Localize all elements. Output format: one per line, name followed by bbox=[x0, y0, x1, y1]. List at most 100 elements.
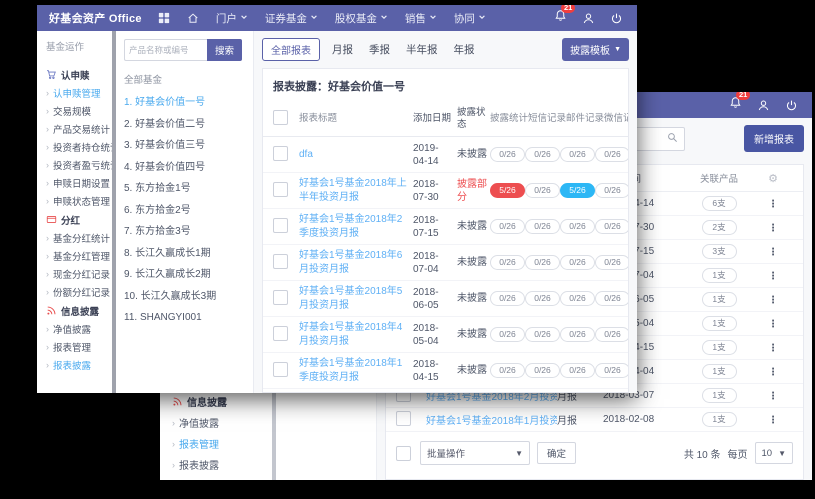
tab-active[interactable]: 全部报表 bbox=[262, 38, 320, 61]
fund-list-item[interactable]: 11. SHANGYI001 bbox=[124, 307, 246, 329]
report-title-link[interactable]: 好基会1号基金2018年1季度投资月报 bbox=[299, 357, 413, 384]
report-title-link[interactable]: 好基会1号基金2018年上半年投资月报 bbox=[299, 177, 413, 204]
sidebar-item[interactable]: ›产品交易统计 bbox=[46, 120, 112, 138]
fund-list-item[interactable]: 8. 长江久赢成长1期 bbox=[124, 243, 246, 265]
report-title-link[interactable]: 好基会1号基金2018年1月投资月报 bbox=[426, 412, 557, 427]
sidebar-item[interactable]: ›申赎日期设置 bbox=[46, 174, 112, 192]
row-actions-menu-icon[interactable]: ⋮ bbox=[768, 247, 778, 258]
stat-pill[interactable]: 0/26 bbox=[560, 219, 595, 235]
related-products-pill[interactable]: 2支 bbox=[702, 220, 737, 236]
row-checkbox[interactable] bbox=[273, 362, 288, 377]
fund-list-item[interactable]: 10. 长江久赢成长3期 bbox=[124, 286, 246, 308]
fund-list-item[interactable]: 4. 好基会价值四号 bbox=[124, 157, 246, 179]
tab-item[interactable]: 季报 bbox=[369, 42, 390, 57]
stat-pill[interactable]: 0/26 bbox=[595, 183, 629, 199]
related-products-pill[interactable]: 1支 bbox=[702, 412, 737, 428]
notifications-button[interactable]: 21 bbox=[729, 96, 742, 114]
report-title-link[interactable]: dfa bbox=[299, 148, 413, 162]
related-products-pill[interactable]: 1支 bbox=[702, 316, 737, 332]
stat-pill[interactable]: 0/26 bbox=[490, 255, 525, 271]
apps-grid-icon[interactable] bbox=[158, 12, 170, 24]
table-settings-gear-icon[interactable]: ⚙ bbox=[753, 172, 793, 185]
stat-pill[interactable]: 0/26 bbox=[490, 147, 525, 163]
topbar-menu[interactable]: 协同 bbox=[454, 11, 486, 26]
stat-pill[interactable]: 0/26 bbox=[525, 291, 560, 307]
stat-pill[interactable]: 0/26 bbox=[490, 363, 525, 379]
stat-pill[interactable]: 0/26 bbox=[525, 255, 560, 271]
stat-pill[interactable]: 0/26 bbox=[560, 327, 595, 343]
tab-item[interactable]: 半年报 bbox=[406, 42, 438, 57]
row-checkbox[interactable] bbox=[273, 146, 288, 161]
sidebar-item[interactable]: ›报表披露 bbox=[172, 454, 272, 475]
topbar-menu[interactable]: 销售 bbox=[405, 11, 437, 26]
fund-list-item[interactable]: 1. 好基会价值一号 bbox=[124, 92, 246, 114]
related-products-pill[interactable]: 1支 bbox=[702, 340, 737, 356]
stat-pill[interactable]: 0/26 bbox=[560, 147, 595, 163]
stat-pill[interactable]: 0/26 bbox=[595, 327, 629, 343]
stat-pill[interactable]: 0/26 bbox=[525, 363, 560, 379]
row-actions-menu-icon[interactable]: ⋮ bbox=[768, 343, 778, 354]
row-checkbox[interactable] bbox=[273, 254, 288, 269]
row-checkbox[interactable] bbox=[273, 218, 288, 233]
fund-list-item[interactable]: 2. 好基会价值二号 bbox=[124, 114, 246, 136]
fund-list-item[interactable]: 9. 长江久赢成长2期 bbox=[124, 264, 246, 286]
report-title-link[interactable]: 好基会1号基金2018年6月投资月报 bbox=[299, 249, 413, 276]
related-products-pill[interactable]: 6支 bbox=[702, 196, 737, 212]
row-checkbox[interactable] bbox=[396, 411, 411, 426]
sidebar-item[interactable]: ›净值披露 bbox=[46, 320, 112, 338]
stat-pill[interactable]: 0/26 bbox=[595, 291, 629, 307]
related-products-pill[interactable]: 1支 bbox=[702, 268, 737, 284]
sidebar-item[interactable]: ›报表管理 bbox=[46, 338, 112, 356]
stat-pill[interactable]: 5/26 bbox=[490, 183, 525, 199]
product-search-input[interactable] bbox=[124, 39, 207, 61]
row-actions-menu-icon[interactable]: ⋮ bbox=[768, 199, 778, 210]
notifications-button[interactable]: 21 bbox=[554, 9, 567, 27]
stat-pill[interactable]: 0/26 bbox=[490, 219, 525, 235]
row-actions-menu-icon[interactable]: ⋮ bbox=[768, 295, 778, 306]
row-checkbox[interactable] bbox=[273, 182, 288, 197]
stat-pill[interactable]: 0/26 bbox=[525, 219, 560, 235]
row-actions-menu-icon[interactable]: ⋮ bbox=[768, 319, 778, 330]
report-title-link[interactable]: 好基会1号基金2018年2季度投资月报 bbox=[299, 213, 413, 240]
user-icon[interactable] bbox=[757, 99, 770, 112]
stat-pill[interactable]: 0/26 bbox=[490, 327, 525, 343]
sidebar-item[interactable]: ›报表管理 bbox=[172, 433, 272, 454]
sidebar-item[interactable]: ›交易规模 bbox=[46, 102, 112, 120]
row-checkbox[interactable] bbox=[273, 326, 288, 341]
stat-pill[interactable]: 0/26 bbox=[560, 363, 595, 379]
confirm-button[interactable]: 确定 bbox=[537, 442, 576, 464]
search-button[interactable]: 搜索 bbox=[207, 39, 242, 61]
row-actions-menu-icon[interactable]: ⋮ bbox=[768, 415, 778, 426]
report-title-link[interactable]: 好基会1号基金2018年4月投资月报 bbox=[299, 321, 413, 348]
row-actions-menu-icon[interactable]: ⋮ bbox=[768, 367, 778, 378]
sidebar-item[interactable]: ›份额分红记录 bbox=[46, 283, 112, 301]
row-actions-menu-icon[interactable]: ⋮ bbox=[768, 271, 778, 282]
stat-pill[interactable]: 0/26 bbox=[595, 363, 629, 379]
stat-pill[interactable]: 5/26 bbox=[560, 183, 595, 199]
stat-pill[interactable]: 0/26 bbox=[560, 255, 595, 271]
tab-item[interactable]: 年报 bbox=[454, 42, 475, 57]
sidebar-item[interactable]: ›认申赎管理 bbox=[46, 84, 112, 102]
fund-list-item[interactable]: 5. 东方拾金1号 bbox=[124, 178, 246, 200]
row-actions-menu-icon[interactable]: ⋮ bbox=[768, 223, 778, 234]
row-checkbox[interactable] bbox=[273, 290, 288, 305]
sidebar-item[interactable]: ›投资者持仓统计 bbox=[46, 138, 112, 156]
stat-pill[interactable]: 0/26 bbox=[595, 147, 629, 163]
user-icon[interactable] bbox=[582, 12, 595, 25]
report-title-link[interactable]: 好基会1号基金2018年5月投资月报 bbox=[299, 285, 413, 312]
home-icon[interactable] bbox=[187, 12, 199, 24]
sidebar-item[interactable]: ›基金分红管理 bbox=[46, 247, 112, 265]
sidebar-item[interactable]: ›报表披露 bbox=[46, 356, 112, 374]
topbar-menu[interactable]: 门户 bbox=[216, 11, 248, 26]
new-report-button[interactable]: 新增报表 bbox=[744, 125, 804, 152]
disclosure-template-button[interactable]: 披露模板 ▼ bbox=[562, 38, 629, 61]
stat-pill[interactable]: 0/26 bbox=[525, 183, 560, 199]
logout-icon[interactable] bbox=[610, 12, 623, 25]
logout-icon[interactable] bbox=[785, 99, 798, 112]
sidebar-item[interactable]: ›投资者盈亏统计 bbox=[46, 156, 112, 174]
sidebar-item[interactable]: ›基金分红统计 bbox=[46, 229, 112, 247]
sidebar-item[interactable]: ›申赎状态管理 bbox=[46, 192, 112, 210]
stat-pill[interactable]: 0/26 bbox=[525, 147, 560, 163]
stat-pill[interactable]: 0/26 bbox=[490, 291, 525, 307]
stat-pill[interactable]: 0/26 bbox=[525, 327, 560, 343]
